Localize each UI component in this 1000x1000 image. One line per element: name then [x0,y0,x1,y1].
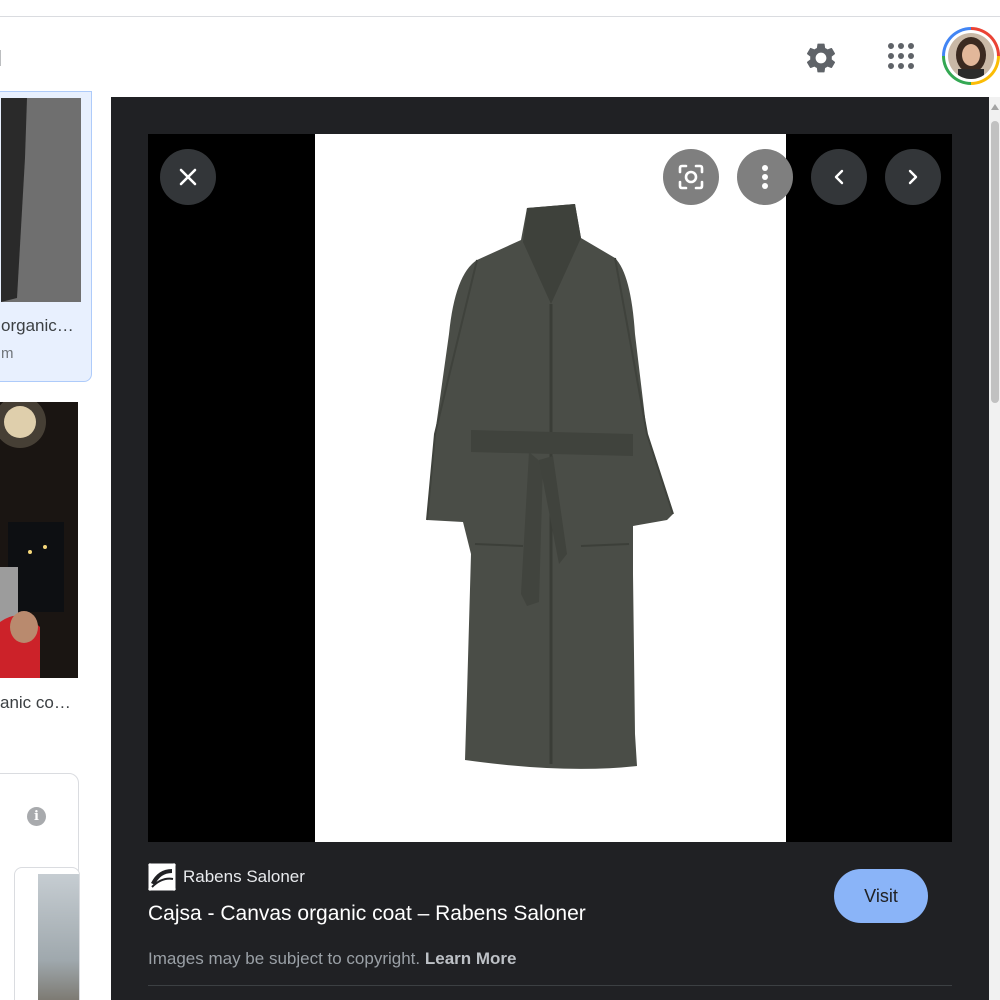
site-favicon [148,863,176,891]
result-source: m [1,345,14,362]
search-box-edge: l [0,46,2,72]
top-divider [0,16,1000,17]
avatar-photo [948,33,994,79]
visit-button[interactable]: Visit [834,869,928,923]
close-icon[interactable] [160,149,216,205]
lens-icon[interactable] [663,149,719,205]
more-vert-icon[interactable] [737,149,793,205]
top-bar: l [0,0,1000,97]
source-row[interactable]: Rabens Saloner [148,862,305,892]
results-column: organic… m anic co… i [0,91,111,1000]
chevron-left-icon[interactable] [811,149,867,205]
account-avatar[interactable] [942,27,1000,85]
scrollbar[interactable] [989,97,1000,1000]
scrollbar-thumb[interactable] [991,121,999,403]
preview-image[interactable] [315,134,786,842]
result-card-selected[interactable]: organic… m [0,91,92,382]
copyright-notice: Images may be subject to copyright. Lear… [148,949,517,969]
result-card[interactable] [14,867,80,1000]
result-title: anic co… [0,693,71,712]
chevron-right-icon[interactable] [885,149,941,205]
result-thumbnail [38,874,79,1000]
learn-more-link[interactable]: Learn More [425,949,517,968]
result-thumbnail[interactable] [0,402,78,678]
panel-divider [148,985,952,986]
result-title: organic… [1,316,74,335]
result-title-link[interactable]: Cajsa - Canvas organic coat – Rabens Sal… [148,902,586,926]
source-name: Rabens Saloner [183,867,305,886]
gear-icon[interactable] [803,40,839,76]
copyright-text: Images may be subject to copyright. [148,949,421,968]
info-icon[interactable]: i [27,807,46,826]
scroll-up-icon[interactable] [991,104,999,110]
apps-grid-icon[interactable] [882,40,916,74]
result-thumbnail [1,98,81,302]
